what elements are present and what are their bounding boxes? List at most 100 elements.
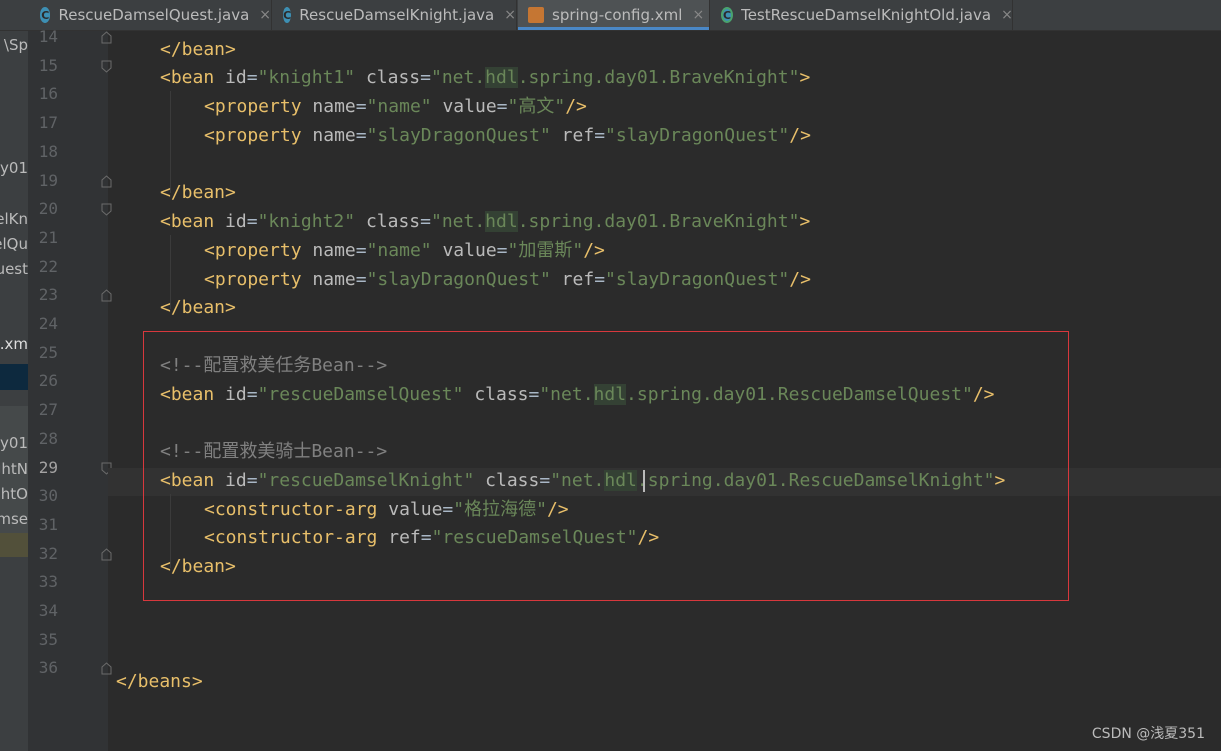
- xml-value: "加雷斯": [507, 240, 584, 261]
- line-number: 15: [38, 55, 58, 75]
- xml-attr: name: [312, 96, 356, 117]
- line-number: 22: [38, 256, 58, 276]
- xml-value: "slayDragonQuest": [366, 125, 551, 146]
- xml-tag: <bean: [160, 211, 215, 232]
- line-number: 16: [38, 84, 58, 104]
- close-icon[interactable]: ×: [504, 7, 516, 23]
- tab-label: spring-config.xml: [552, 6, 683, 24]
- project-tree-item[interactable]: uest: [0, 260, 28, 278]
- code-line: <bean id="knight1" class="net.hdl.spring…: [160, 67, 811, 88]
- project-tree-item[interactable]: ay01: [0, 434, 28, 452]
- code-line: </beans>: [116, 668, 203, 696]
- project-tree-item[interactable]: elKn: [0, 210, 28, 228]
- xml-value: "net.: [430, 67, 486, 88]
- xml-tag: </bean>: [160, 182, 236, 203]
- fold-marker-icon[interactable]: [101, 289, 112, 302]
- line-number: 33: [38, 572, 58, 592]
- line-number: 34: [38, 601, 58, 620]
- xml-attr: id: [225, 211, 247, 232]
- xml-attr: value: [442, 96, 497, 117]
- fold-marker-icon[interactable]: [101, 662, 112, 675]
- close-icon[interactable]: ×: [1001, 7, 1013, 23]
- tab-rescue-damsel-quest[interactable]: C RescueDamselQuest.java ×: [30, 0, 272, 30]
- xml-attr: ref: [561, 269, 595, 290]
- spring-xml-icon: [528, 7, 544, 23]
- code-line: <property name="name" value="加雷斯"/>: [204, 240, 605, 261]
- fold-marker-icon[interactable]: [101, 547, 112, 561]
- xml-attr: class: [365, 211, 421, 232]
- line-number: 25: [38, 342, 58, 362]
- xml-tag: <property: [204, 240, 302, 261]
- line-number: 14: [38, 27, 58, 46]
- code-line: </bean>: [160, 36, 236, 64]
- line-number: 30: [38, 486, 58, 506]
- indent-guide: [170, 91, 171, 193]
- project-tree-item[interactable]: ay01: [0, 159, 28, 177]
- xml-tag: />: [789, 269, 811, 290]
- project-tree-selected-row: [0, 364, 28, 390]
- fold-marker-icon[interactable]: [101, 174, 112, 188]
- code-line: </bean>: [160, 294, 236, 322]
- code-line: <property name="slayDragonQuest" ref="sl…: [204, 125, 811, 146]
- fold-marker-icon[interactable]: [101, 203, 112, 216]
- xml-value: "高文": [507, 96, 566, 117]
- xml-attr: value: [442, 240, 497, 261]
- xml-tag: <property: [204, 269, 302, 290]
- line-number: 32: [38, 543, 58, 563]
- tab-label: RescueDamselQuest.java: [58, 6, 250, 24]
- tab-rescue-damsel-knight[interactable]: C RescueDamselKnight.java ×: [273, 0, 517, 30]
- code-line: <property name="slayDragonQuest" ref="sl…: [204, 269, 811, 290]
- xml-value: "slayDragonQuest": [605, 269, 790, 290]
- line-number: 28: [38, 428, 58, 448]
- xml-value: "net.: [430, 211, 486, 232]
- editor-tab-bar: C RescueDamselQuest.java × C RescueDamse…: [0, 0, 1221, 31]
- line-number: 19: [38, 170, 58, 190]
- project-tree-item[interactable]: amse: [0, 510, 28, 528]
- xml-value: .spring.day01.BraveKnight": [517, 211, 800, 232]
- project-tree-item[interactable]: elQu: [0, 235, 28, 253]
- annotation-box: [143, 331, 1069, 601]
- project-tree-item[interactable]: .xm: [0, 335, 28, 353]
- line-number: 23: [38, 285, 58, 305]
- search-highlight: hdl: [485, 211, 518, 232]
- fold-marker-icon[interactable]: [101, 60, 112, 73]
- xml-attr: class: [365, 67, 421, 88]
- line-number: 27: [38, 400, 58, 420]
- xml-value: "knight2": [257, 211, 356, 232]
- xml-tag: />: [789, 125, 811, 146]
- project-tree-item[interactable]: ightN: [0, 460, 28, 478]
- tab-test-rescue-damsel-knight-old[interactable]: C TestRescueDamselKnightOld.java ×: [711, 0, 1013, 30]
- xml-attr: name: [312, 240, 356, 261]
- search-highlight: hdl: [485, 67, 518, 88]
- xml-tag: <property: [204, 125, 302, 146]
- fold-marker-icon[interactable]: [101, 31, 112, 44]
- xml-attr: name: [312, 125, 356, 146]
- line-number: 18: [38, 141, 58, 161]
- xml-tag: />: [583, 240, 605, 261]
- close-icon[interactable]: ×: [259, 7, 271, 23]
- tab-spring-config[interactable]: spring-config.xml ×: [518, 0, 710, 30]
- active-tab-indicator: [518, 27, 709, 30]
- line-number: 24: [38, 314, 58, 333]
- xml-tag: <property: [204, 96, 302, 117]
- xml-value: "name": [366, 240, 432, 261]
- xml-value: "name": [366, 96, 432, 117]
- close-icon[interactable]: ×: [692, 7, 704, 23]
- project-tree-item[interactable]: \Sp: [4, 36, 28, 54]
- project-tree-highlight: [0, 533, 28, 557]
- xml-value: "knight1": [257, 67, 356, 88]
- xml-tag: </bean>: [160, 297, 236, 318]
- tab-label: RescueDamselKnight.java: [299, 6, 495, 24]
- xml-attr: id: [225, 67, 247, 88]
- code-line: </bean>: [160, 179, 236, 207]
- tab-label: TestRescueDamselKnightOld.java: [741, 6, 992, 24]
- code-line: <property name="name" value="高文"/>: [204, 96, 587, 117]
- xml-attr: name: [312, 269, 356, 290]
- project-tree-item[interactable]: ightO: [0, 485, 28, 503]
- watermark: CSDN @浅夏351: [1091, 726, 1205, 742]
- line-number: 29: [38, 457, 58, 477]
- xml-tag: >: [799, 211, 811, 232]
- xml-value: "slayDragonQuest": [605, 125, 790, 146]
- line-number: 17: [38, 113, 58, 133]
- xml-tag: </beans>: [116, 671, 203, 692]
